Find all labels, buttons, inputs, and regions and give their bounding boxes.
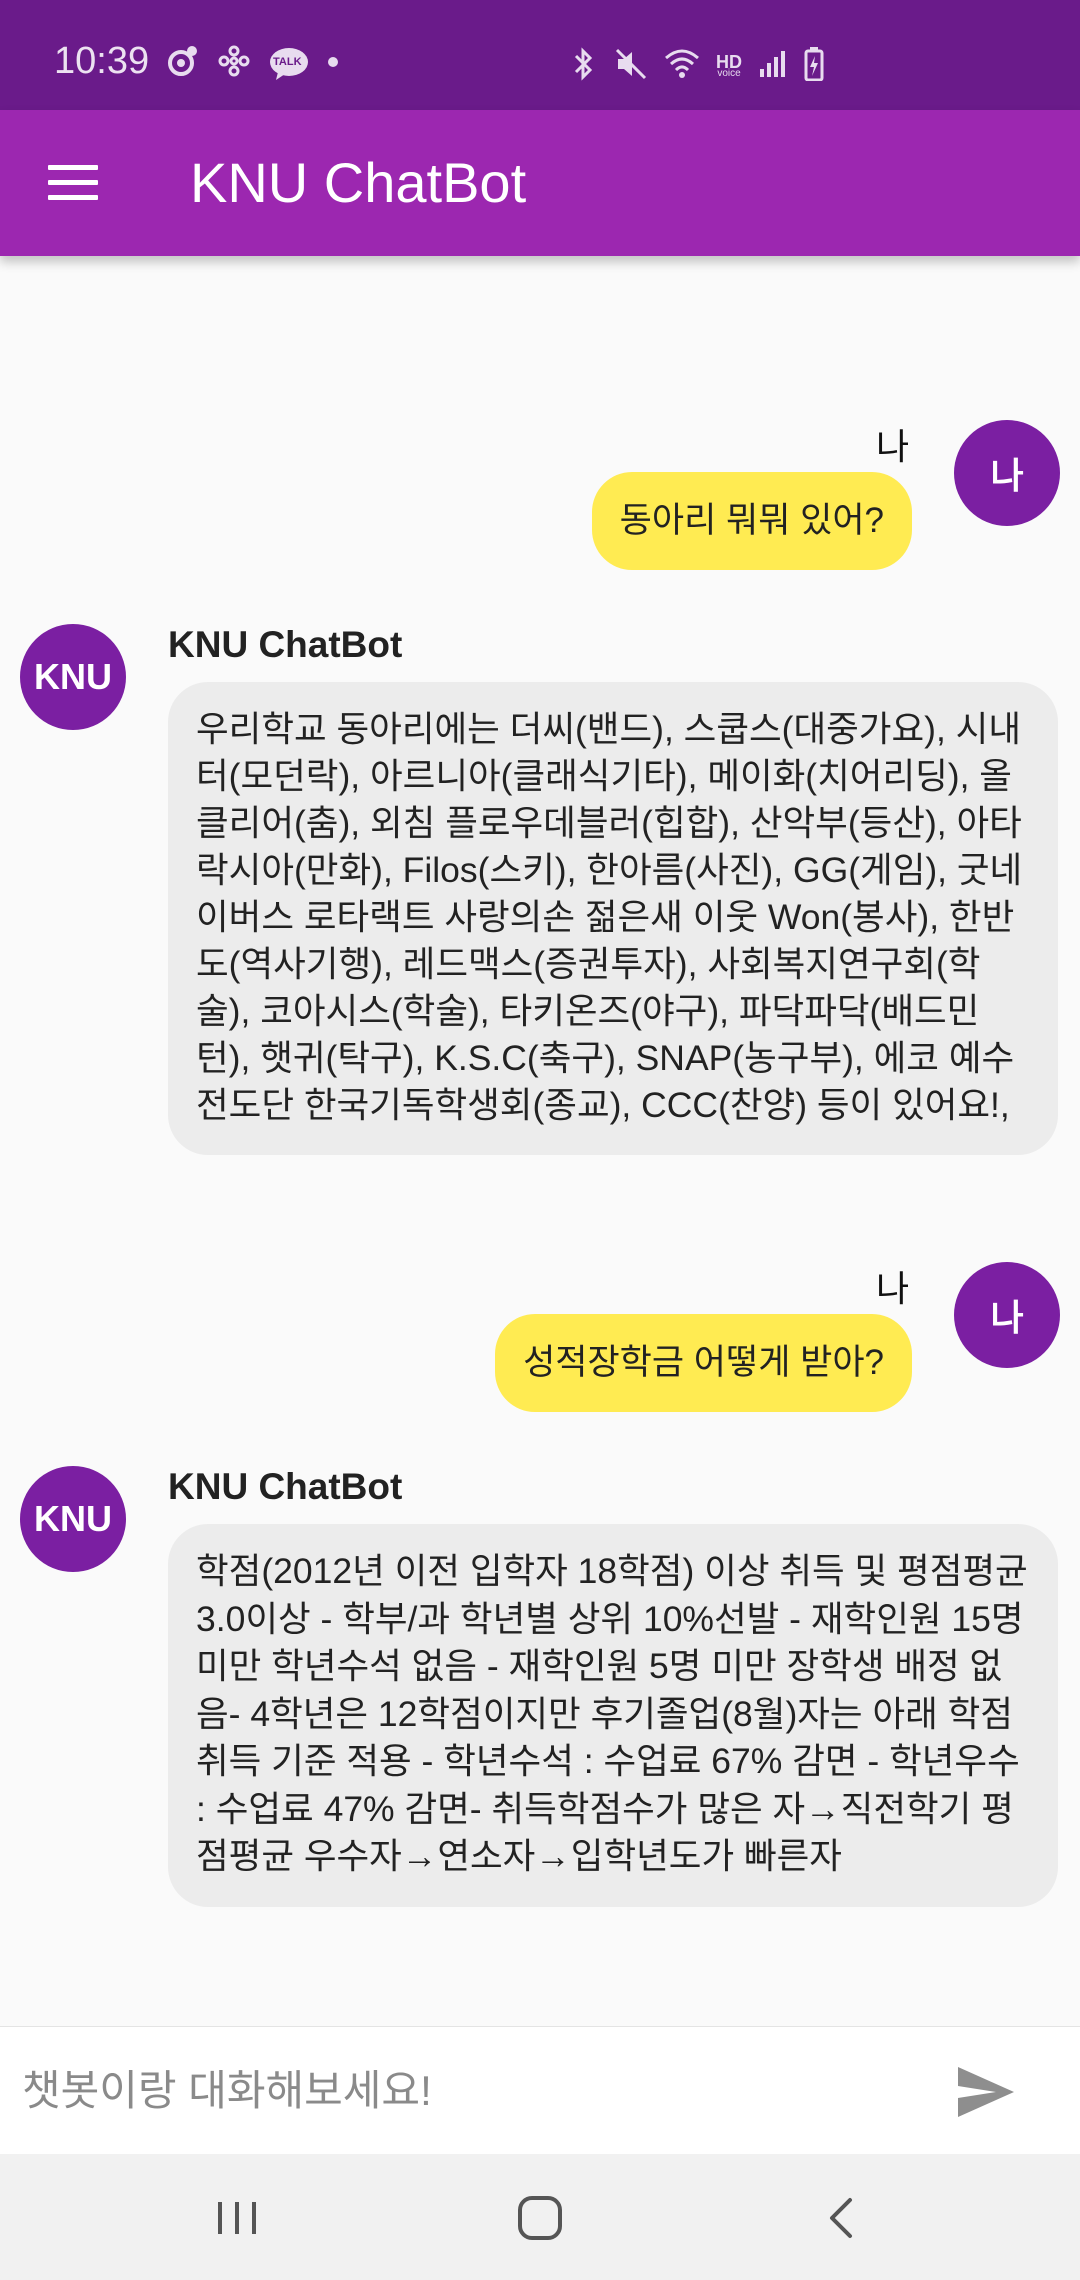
signal-icon [758,49,788,84]
status-right-icons: HD voice [570,46,824,87]
chat-list[interactable]: 나 나 동아리 뭐뭐 있어? KNU KNU ChatBot 우리학교 동아리에… [0,256,1080,2026]
voice-label: voice [717,67,741,79]
hamburger-menu-icon[interactable] [48,165,98,201]
mute-icon [614,47,648,86]
battery-icon [804,47,824,86]
dot-icon [327,55,339,73]
back-icon[interactable] [806,2188,876,2248]
bot-message-bubble: 학점(2012년 이전 입학자 18학점) 이상 취득 및 평점평균 3.0이상… [168,1524,1058,1907]
sender-name: KNU ChatBot [168,1466,403,1507]
home-icon[interactable] [505,2188,575,2248]
bluetooth-icon [570,46,598,87]
talk-icon: TALK [269,47,309,81]
message-composer [0,2026,1080,2155]
user-message-bubble: 동아리 뭐뭐 있어? [591,472,912,570]
wifi-icon [664,48,700,85]
system-navigation-bar [0,2154,1080,2280]
send-icon[interactable] [950,2057,1020,2127]
sender-name: 나 [876,1268,910,1309]
notification-icon [165,44,199,83]
sender-name: KNU ChatBot [168,624,403,665]
user-message-bubble: 성적장학금 어떻게 받아? [495,1314,912,1412]
app-bar: KNU ChatBot [0,110,1080,256]
user-avatar: 나 [954,1262,1060,1368]
user-avatar: 나 [954,420,1060,526]
chat-input[interactable] [0,2027,920,2155]
sender-name: 나 [876,426,910,467]
app-title: KNU ChatBot [190,151,527,214]
hd-voice-icon: HD voice [716,51,742,79]
status-time: 10:39 [54,40,150,82]
bot-avatar: KNU [20,1466,126,1572]
status-bar: 10:39 TALK HD voice [0,0,1080,110]
hd-label: HD [716,51,742,72]
status-left-icons: TALK [165,44,339,83]
bot-avatar: KNU [20,624,126,730]
talk-label: TALK [273,55,302,68]
bot-message-bubble: 우리학교 동아리에는 더씨(밴드), 스쿱스(대중가요), 시내터(모던락), … [168,682,1058,1155]
recent-apps-icon[interactable] [202,2188,272,2248]
pinwheel-icon [217,44,251,83]
